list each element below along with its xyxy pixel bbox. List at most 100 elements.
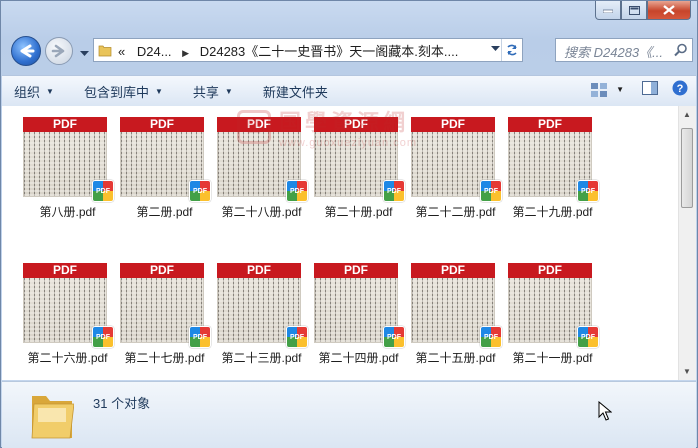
file-item[interactable]: PDF PDF 第二十七册.pdf xyxy=(116,263,213,380)
file-name: 第二十六册.pdf xyxy=(27,351,108,365)
search-input[interactable]: 搜索 D24283《... xyxy=(555,38,693,62)
file-item[interactable]: PDF PDF 第二十四册.pdf xyxy=(310,263,407,380)
search-icon[interactable] xyxy=(674,43,688,57)
file-name: 第二十七册.pdf xyxy=(124,351,205,365)
command-bar: 组织 ▼ 包含到库中 ▼ 共享 ▼ 新建文件夹 ▼ ? xyxy=(2,75,696,107)
pdf-app-icon: PDF xyxy=(92,180,114,202)
maximize-button[interactable] xyxy=(621,1,647,20)
organize-menu[interactable]: 组织 ▼ xyxy=(2,82,64,101)
pdf-app-icon: PDF xyxy=(189,180,211,202)
file-item[interactable]: PDF PDF 第二十二册.pdf xyxy=(407,117,504,237)
mouse-cursor-icon xyxy=(598,401,612,421)
chevron-down-icon: ▼ xyxy=(154,86,163,96)
explorer-window: « D24... ▶ D24283《二十一史晋书》天一阁藏本.刻本.... 搜索… xyxy=(0,0,698,448)
scroll-up-icon[interactable]: ▲ xyxy=(683,110,691,119)
preview-pane-icon xyxy=(642,81,658,95)
file-name: 第八册.pdf xyxy=(39,205,96,219)
pdf-app-icon: PDF xyxy=(577,326,599,348)
pdf-label: PDF xyxy=(120,263,204,278)
back-arrow-icon xyxy=(20,44,35,58)
file-name: 第二十八册.pdf xyxy=(221,205,302,219)
close-icon xyxy=(663,5,675,15)
breadcrumb-item-parent[interactable]: D24... xyxy=(137,44,172,59)
forward-button[interactable] xyxy=(45,37,73,65)
file-name: 第二十四册.pdf xyxy=(318,351,399,365)
scroll-down-icon[interactable]: ▼ xyxy=(683,367,691,376)
recent-pages-dropdown[interactable] xyxy=(80,46,89,60)
file-list: ▲ ▼ PDF PDF 第八册.pdf PDF PDF 第二册.pdf PDF PDF 第二十八… xyxy=(2,106,696,380)
chevron-down-icon: ▼ xyxy=(224,86,233,96)
pdf-label: PDF xyxy=(508,117,592,132)
organize-label: 组织 xyxy=(14,84,41,100)
pdf-app-icon: PDF xyxy=(92,326,114,348)
pdf-app-icon: PDF xyxy=(286,326,308,348)
breadcrumb-item-current[interactable]: D24283《二十一史晋书》天一阁藏本.刻本.... xyxy=(200,44,459,59)
file-name: 第二十二册.pdf xyxy=(415,205,496,219)
pdf-label: PDF xyxy=(314,117,398,132)
file-item[interactable]: PDF PDF 第二十九册.pdf xyxy=(504,117,601,237)
chevron-down-icon: ▼ xyxy=(46,86,54,96)
file-name: 第二十九册.pdf xyxy=(512,205,593,219)
new-folder-button[interactable]: 新建文件夹 xyxy=(251,82,338,101)
folder-icon xyxy=(98,45,112,57)
refresh-button[interactable] xyxy=(501,39,522,61)
pdf-label: PDF xyxy=(411,263,495,278)
pdf-app-icon: PDF xyxy=(480,326,502,348)
file-item[interactable]: PDF PDF 第二十六册.pdf xyxy=(19,263,116,380)
help-button[interactable]: ? xyxy=(672,80,688,99)
file-item[interactable]: PDF PDF 第二十三册.pdf xyxy=(213,263,310,380)
help-icon: ? xyxy=(672,80,688,96)
preview-pane-button[interactable] xyxy=(642,81,658,98)
file-item[interactable]: PDF PDF 第二十册.pdf xyxy=(310,117,407,237)
breadcrumb-overflow[interactable]: « xyxy=(118,44,125,59)
file-name: 第二十五册.pdf xyxy=(415,351,496,365)
vertical-scrollbar[interactable]: ▲ ▼ xyxy=(678,106,696,380)
scrollbar-thumb[interactable] xyxy=(681,128,693,208)
file-item[interactable]: PDF PDF 第八册.pdf xyxy=(19,117,116,237)
file-item[interactable]: PDF PDF 第二十五册.pdf xyxy=(407,263,504,380)
file-name: 第二十三册.pdf xyxy=(221,351,302,365)
search-placeholder: 搜索 D24283《... xyxy=(564,45,663,60)
share-label: 共享 xyxy=(192,84,219,100)
view-controls: ▼ ? xyxy=(578,80,688,99)
file-name: 第二册.pdf xyxy=(136,205,193,219)
caption-buttons xyxy=(595,1,691,20)
change-view-button[interactable]: ▼ xyxy=(590,82,624,98)
file-item[interactable]: PDF PDF 第二十八册.pdf xyxy=(213,117,310,237)
view-tiles-icon xyxy=(591,82,608,97)
breadcrumb-chevron-icon[interactable]: ▶ xyxy=(182,48,189,58)
file-name: 第二十册.pdf xyxy=(324,205,393,219)
pdf-app-icon: PDF xyxy=(383,180,405,202)
include-in-library-menu[interactable]: 包含到库中 ▼ xyxy=(72,82,173,101)
close-button[interactable] xyxy=(647,1,691,20)
pdf-label: PDF xyxy=(217,117,301,132)
address-dropdown-icon[interactable] xyxy=(491,46,500,52)
pdf-app-icon: PDF xyxy=(286,180,308,202)
back-button[interactable] xyxy=(11,36,41,66)
file-item[interactable]: PDF PDF 第二十一册.pdf xyxy=(504,263,601,380)
navigation-bar: « D24... ▶ D24283《二十一史晋书》天一阁藏本.刻本.... 搜索… xyxy=(7,34,693,66)
item-count: 31 个对象 xyxy=(93,396,151,411)
file-item[interactable]: PDF PDF 第二册.pdf xyxy=(116,117,213,237)
pdf-label: PDF xyxy=(23,117,107,132)
refresh-icon xyxy=(507,44,517,56)
pdf-app-icon: PDF xyxy=(577,180,599,202)
minimize-button[interactable] xyxy=(595,1,621,20)
pdf-label: PDF xyxy=(120,117,204,132)
pdf-app-icon: PDF xyxy=(480,180,502,202)
pdf-label: PDF xyxy=(508,263,592,278)
svg-text:?: ? xyxy=(677,83,684,95)
pdf-app-icon: PDF xyxy=(189,326,211,348)
chevron-down-icon xyxy=(80,51,89,56)
folder-icon xyxy=(31,396,74,439)
file-name: 第二十一册.pdf xyxy=(512,351,593,365)
share-menu[interactable]: 共享 ▼ xyxy=(181,82,243,101)
breadcrumb: « D24... ▶ D24283《二十一史晋书》天一阁藏本.刻本.... xyxy=(118,41,458,60)
pdf-label: PDF xyxy=(217,263,301,278)
address-bar[interactable]: « D24... ▶ D24283《二十一史晋书》天一阁藏本.刻本.... xyxy=(93,38,523,62)
details-pane: 31 个对象 xyxy=(2,381,696,448)
chevron-down-icon[interactable]: ▼ xyxy=(616,85,624,94)
maximize-icon xyxy=(628,5,640,15)
pdf-label: PDF xyxy=(314,263,398,278)
include-in-library-label: 包含到库中 xyxy=(83,84,149,100)
